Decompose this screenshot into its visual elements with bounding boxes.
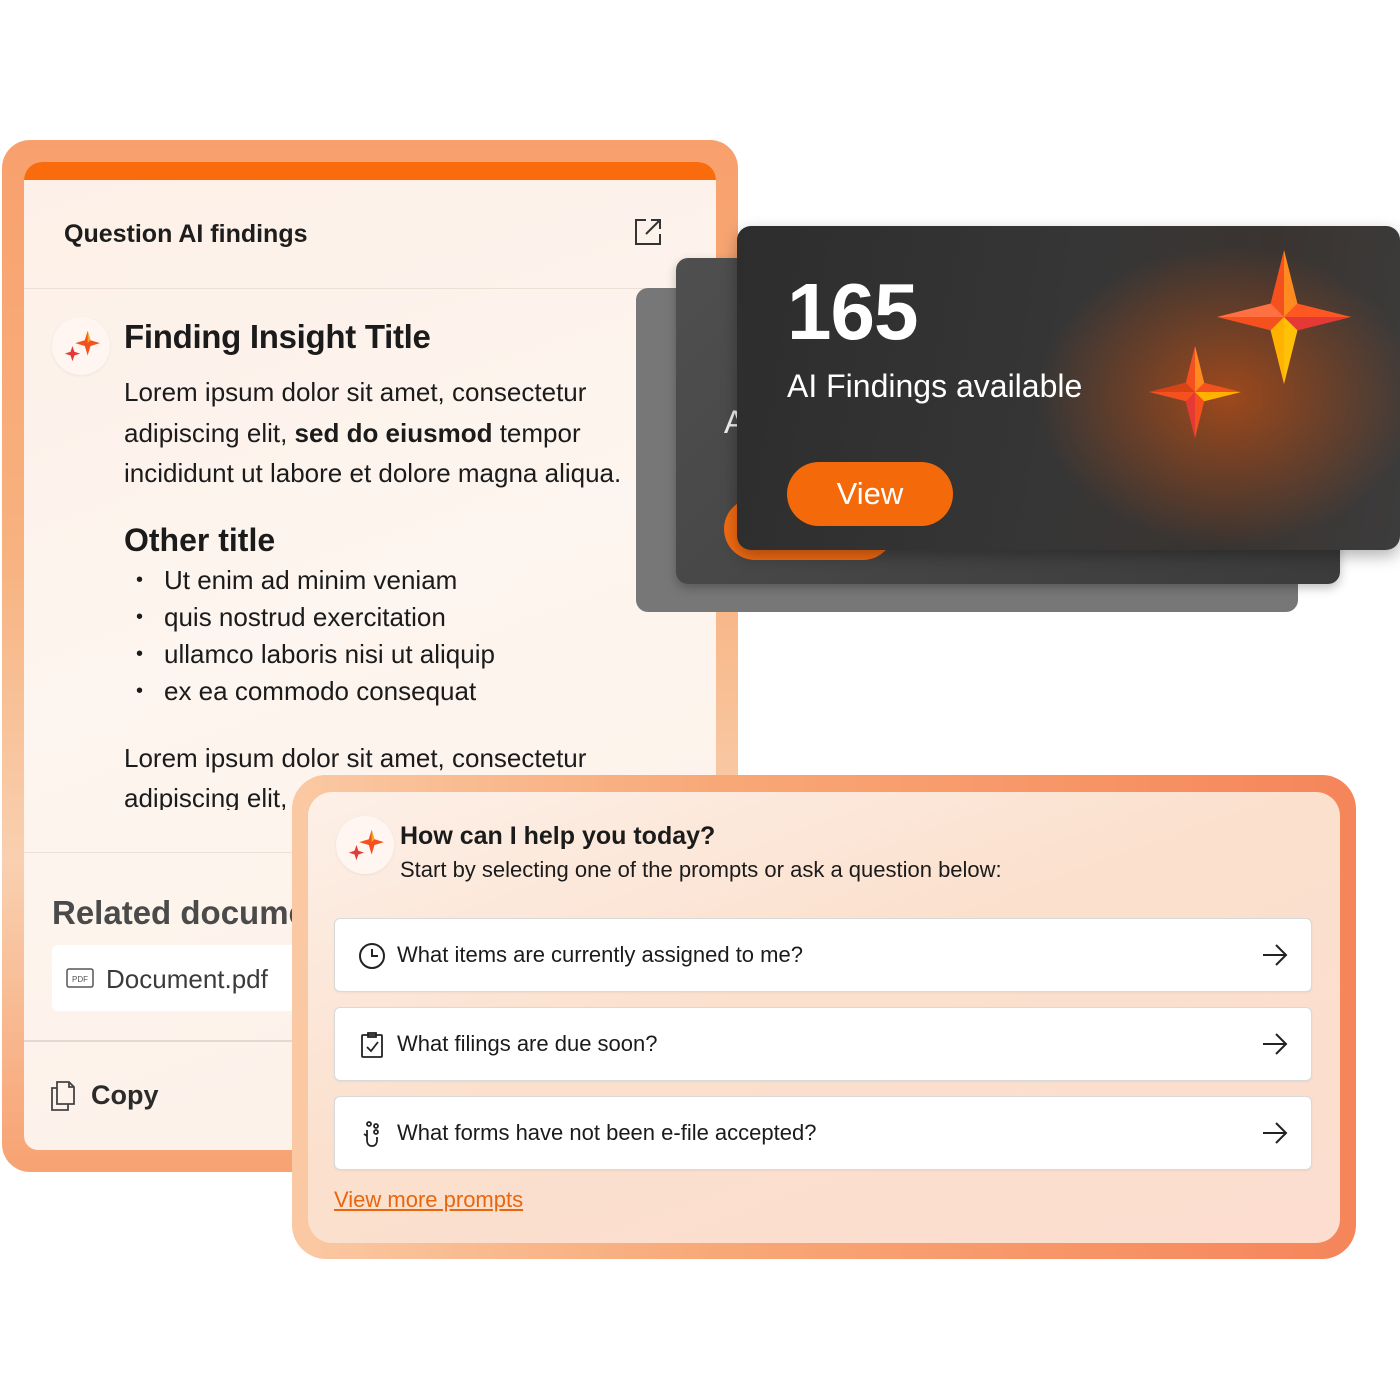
list-item: ex ea commodo consequat xyxy=(134,673,495,710)
prompt-label: What items are currently assigned to me? xyxy=(397,942,803,967)
insight-title: Finding Insight Title xyxy=(124,318,431,355)
list-item: ullamco laboris nisi ut aliquip xyxy=(134,636,495,673)
help-panel: How can I help you today? Start by selec… xyxy=(308,792,1340,1243)
arrow-right-icon xyxy=(1263,1122,1288,1144)
panel-title: Question AI findings xyxy=(64,220,308,248)
clock-icon xyxy=(359,943,385,969)
sparkle-icon xyxy=(64,330,100,362)
section-title: Other title xyxy=(124,522,276,558)
prompt-label: What filings are due soon? xyxy=(397,1031,658,1056)
prompt-forms-not-accepted[interactable]: What forms have not been e-file accepted… xyxy=(334,1096,1312,1170)
arrow-right-icon xyxy=(1263,1033,1288,1055)
ai-findings-card: 165 AI Findings available View xyxy=(737,226,1400,550)
copy-icon[interactable] xyxy=(50,1080,76,1112)
pdf-icon-label: PDF xyxy=(72,975,88,984)
hand-icon xyxy=(363,1121,379,1147)
findings-subtitle: AI Findings available xyxy=(787,368,1083,404)
prompt-label: What forms have not been e-file accepted… xyxy=(397,1120,817,1145)
document-name: Document.pdf xyxy=(106,964,268,994)
divider xyxy=(24,288,716,289)
view-more-prompts-link[interactable]: View more prompts xyxy=(334,1187,523,1213)
arrow-right-icon xyxy=(1263,944,1288,966)
prompt-assigned-items[interactable]: What items are currently assigned to me? xyxy=(334,918,1312,992)
ai-avatar xyxy=(336,816,394,874)
help-subtitle: Start by selecting one of the prompts or… xyxy=(400,857,1002,882)
help-title: How can I help you today? xyxy=(400,822,716,850)
list-item: Ut enim ad minim veniam xyxy=(134,562,495,599)
insight-body: Lorem ipsum dolor sit amet, consectetur … xyxy=(124,377,622,488)
clipboard-check-icon xyxy=(361,1032,383,1058)
copy-button[interactable]: Copy xyxy=(91,1080,159,1111)
external-link-icon[interactable] xyxy=(632,216,664,248)
accent-bar xyxy=(24,162,716,180)
findings-count: 165 xyxy=(787,267,918,356)
ai-avatar xyxy=(52,317,110,375)
sparkle-small-icon xyxy=(1149,346,1241,438)
list-item: quis nostrud exercitation xyxy=(134,599,495,636)
bullet-list: Ut enim ad minim veniam quis nostrud exe… xyxy=(134,562,495,710)
prompt-filings-due[interactable]: What filings are due soon? xyxy=(334,1007,1312,1081)
sparkle-icon xyxy=(348,829,384,861)
view-button[interactable]: View xyxy=(787,462,953,526)
insight-body-emphasis: sed do eiusmod xyxy=(294,417,493,448)
document-chip[interactable]: PDF Document.pdf xyxy=(52,945,332,1011)
pdf-icon: PDF xyxy=(66,968,94,988)
